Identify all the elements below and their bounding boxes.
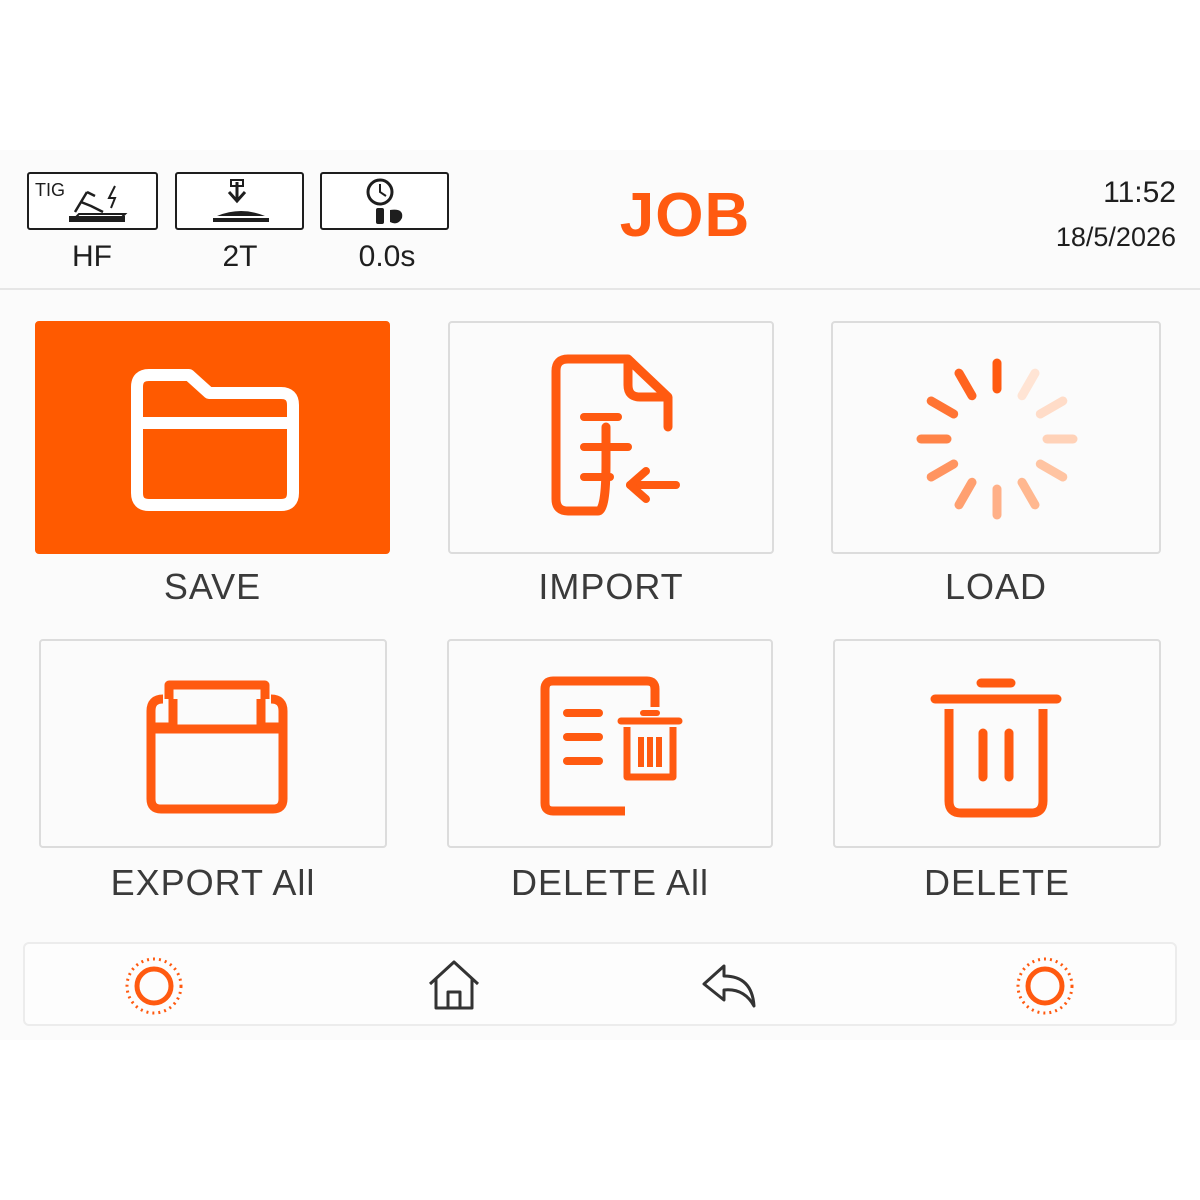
brightness-left-icon (125, 957, 183, 1015)
loading-spinner-icon (916, 358, 1078, 520)
load-tile[interactable] (831, 321, 1161, 554)
trigger-mode-button[interactable] (175, 172, 304, 230)
delete-all-document-icon (540, 676, 683, 816)
trigger-mode-icon (213, 179, 269, 222)
gas-timer-label: 0.0s (358, 240, 416, 273)
import-tile[interactable] (448, 321, 774, 554)
clock-date: 18/5/2026 (1055, 222, 1176, 252)
delete-all-tile[interactable] (447, 639, 773, 848)
tig-mode-label: HF (72, 240, 112, 273)
home-icon (428, 960, 480, 1010)
trash-icon (930, 678, 1062, 818)
save-label: SAVE (163, 566, 262, 607)
clock-time: 11:52 (1103, 176, 1176, 209)
delete-all-label: DELETE All (510, 862, 710, 903)
export-all-tile[interactable] (39, 639, 387, 848)
back-button[interactable] (696, 952, 760, 1016)
back-arrow-icon (702, 964, 756, 1008)
tig-badge-text: TIG (35, 180, 65, 200)
tig-mode-button[interactable]: TIG (27, 172, 158, 230)
brightness-down-button[interactable] (122, 952, 186, 1016)
folder-icon (131, 369, 299, 511)
brightness-right-icon (1016, 957, 1074, 1015)
brightness-up-button[interactable] (1013, 952, 1077, 1016)
page-title: JOB (619, 181, 751, 250)
delete-label: DELETE (923, 862, 1071, 903)
export-folder-icon (146, 680, 288, 814)
home-button[interactable] (422, 952, 486, 1016)
gas-timer-icon (366, 178, 403, 224)
import-file-icon (551, 354, 680, 516)
trigger-mode-label: 2T (222, 240, 258, 273)
bottom-nav-bar (23, 942, 1177, 1026)
import-label: IMPORT (538, 566, 684, 607)
export-all-label: EXPORT All (110, 862, 316, 903)
tig-torch-icon: TIG (35, 180, 128, 222)
save-tile[interactable] (35, 321, 390, 554)
load-label: LOAD (944, 566, 1048, 607)
gas-timer-button[interactable] (320, 172, 449, 230)
delete-tile[interactable] (833, 639, 1161, 848)
